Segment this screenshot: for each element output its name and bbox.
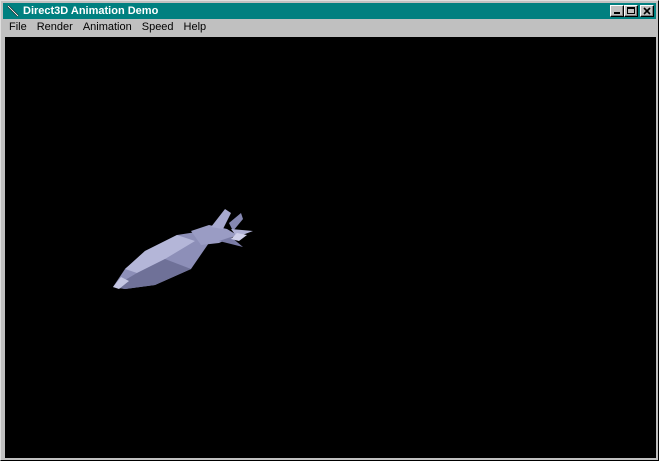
close-icon <box>643 7 651 15</box>
minimize-icon <box>614 12 620 14</box>
title-bar[interactable]: Direct3D Animation Demo <box>3 3 656 19</box>
application-window: Direct3D Animation Demo File Render Anim… <box>0 0 659 461</box>
maximize-icon <box>627 7 635 14</box>
maximize-button[interactable] <box>624 5 638 17</box>
window-title: Direct3D Animation Demo <box>23 5 159 17</box>
menu-help[interactable]: Help <box>178 19 211 36</box>
spaceship-model <box>113 209 253 289</box>
render-viewport[interactable] <box>5 37 656 458</box>
menu-file[interactable]: File <box>3 19 31 36</box>
close-button[interactable] <box>640 5 654 17</box>
menu-speed[interactable]: Speed <box>136 19 178 36</box>
title-buttons <box>610 5 654 17</box>
menu-bar: File Render Animation Speed Help <box>3 19 656 36</box>
minimize-button[interactable] <box>610 5 624 17</box>
menu-animation[interactable]: Animation <box>77 19 136 36</box>
arrow-pointer-icon <box>7 5 19 17</box>
menu-render[interactable]: Render <box>31 19 77 36</box>
